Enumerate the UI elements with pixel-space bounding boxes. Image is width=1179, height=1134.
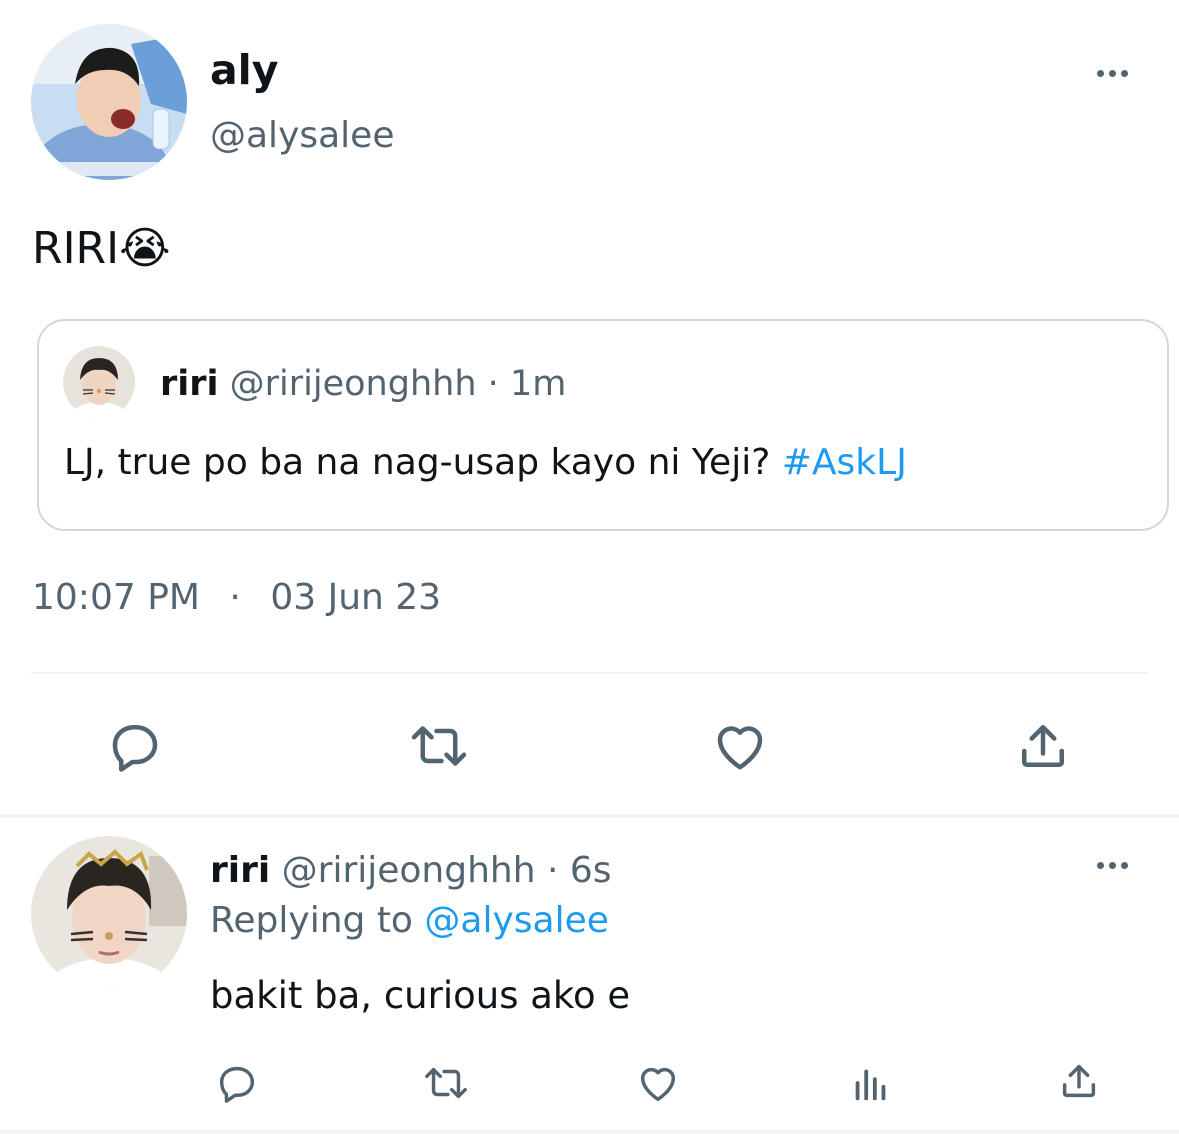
replying-to-handle[interactable]: @alysalee	[424, 900, 608, 941]
quoted-tweet-handle: @ririjeonghhh	[229, 364, 477, 404]
quoted-tweet-header: riri @ririjeonghhh · 1m	[160, 360, 566, 408]
replying-to-label: Replying to	[210, 900, 425, 941]
share-icon[interactable]	[1013, 716, 1073, 776]
tweet-text: RIRI😭	[32, 218, 171, 280]
reply-header: riri @ririjeonghhh · 6s	[210, 846, 612, 896]
views-icon[interactable]	[848, 1060, 894, 1106]
tweet-date: 03 Jun 23	[270, 577, 442, 618]
reply-more-options-icon[interactable]	[1097, 862, 1128, 869]
divider	[0, 814, 1179, 818]
crying-emoji-icon: 😭	[119, 223, 171, 274]
divider	[0, 1130, 1179, 1134]
quoted-tweet-timestamp: 1m	[509, 364, 567, 404]
replying-to: Replying to @alysalee	[210, 896, 609, 946]
reply-author-avatar[interactable]	[31, 836, 187, 992]
author-display-name[interactable]: aly	[210, 44, 278, 96]
reply-separator: ·	[547, 850, 559, 891]
quoted-tweet-card[interactable]	[37, 319, 1169, 531]
divider	[31, 672, 1148, 674]
reply-timestamp[interactable]: 6s	[570, 850, 612, 891]
reply-icon[interactable]	[105, 716, 165, 776]
quoted-tweet-separator: ·	[487, 364, 499, 404]
like-icon[interactable]	[635, 1060, 681, 1106]
more-options-icon[interactable]	[1097, 70, 1128, 77]
like-icon[interactable]	[710, 716, 770, 776]
reply-icon[interactable]	[214, 1060, 260, 1106]
reply-handle[interactable]: @ririjeonghhh	[282, 850, 536, 891]
tweet-timestamp[interactable]: 10:07 PM · 03 Jun 23	[32, 573, 441, 623]
author-handle[interactable]: @alysalee	[210, 112, 394, 160]
tweet-time: 10:07 PM	[32, 577, 200, 618]
quoted-tweet-avatar	[63, 346, 135, 418]
quoted-tweet-body: LJ, true po ba na nag-usap kayo ni Yeji?	[64, 442, 782, 483]
reply-display-name[interactable]: riri	[210, 850, 270, 891]
retweet-icon[interactable]	[420, 1060, 472, 1106]
author-avatar[interactable]	[31, 24, 187, 180]
hashtag-link[interactable]: #AskLJ	[782, 442, 907, 483]
tweet-text-body: RIRI	[32, 223, 120, 274]
reply-text: bakit ba, curious ako e	[210, 974, 631, 1017]
share-icon[interactable]	[1056, 1058, 1102, 1104]
quoted-tweet-display-name: riri	[160, 364, 219, 404]
quoted-tweet-text: LJ, true po ba na nag-usap kayo ni Yeji?…	[64, 438, 907, 488]
retweet-icon[interactable]	[406, 716, 472, 776]
timestamp-separator: ·	[229, 577, 241, 618]
